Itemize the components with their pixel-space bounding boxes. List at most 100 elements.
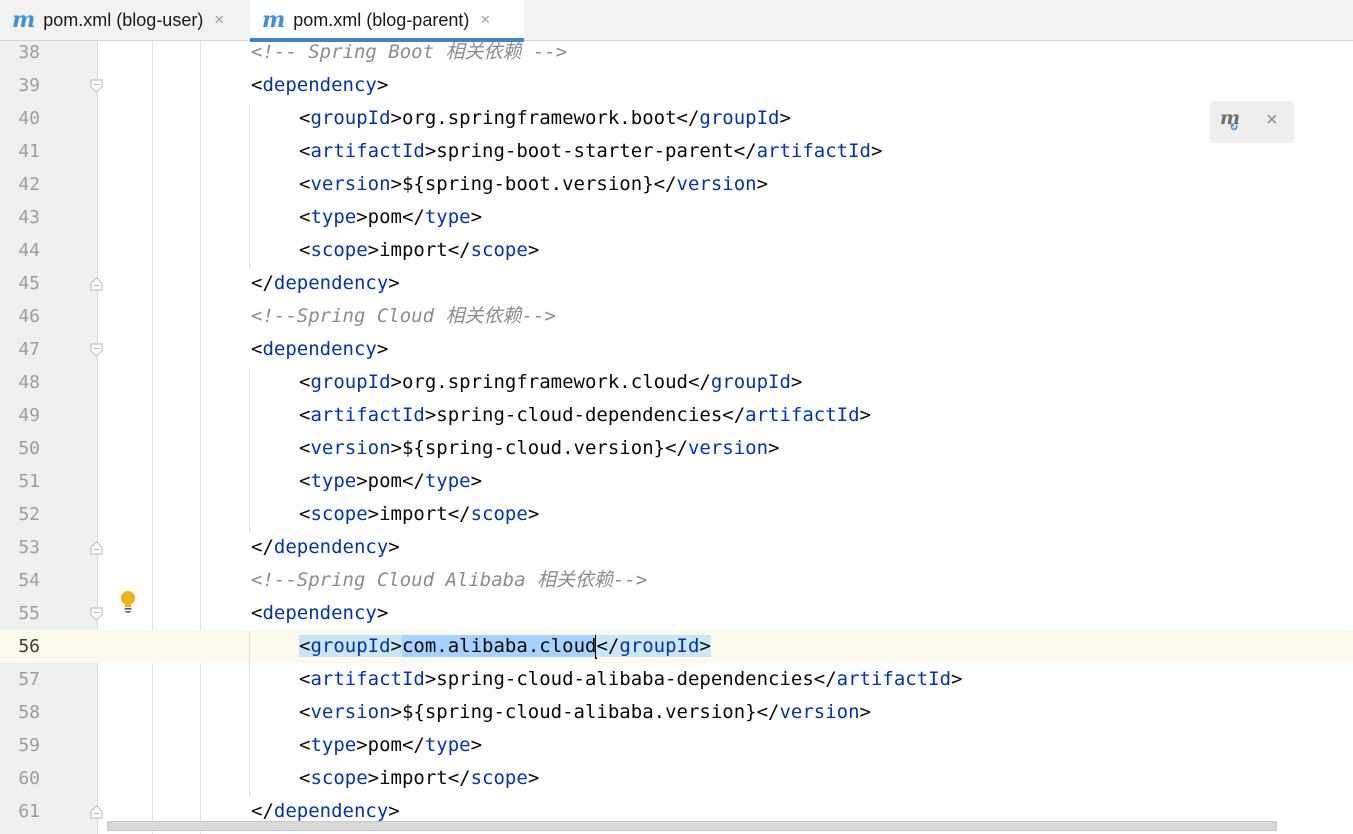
code-text[interactable]: <!--Spring Cloud 相关依赖--> [251,300,556,333]
code-line[interactable]: 53 </dependency> [0,531,1353,564]
line-number: 44 [18,240,40,261]
code-line[interactable]: 49 <artifactId>spring-cloud-dependencies<… [0,399,1353,432]
fold-open-icon[interactable] [90,343,103,357]
tab-label: pom.xml (blog-parent) [293,9,470,30]
line-number: 57 [18,669,40,690]
code-token: >pom</ [356,206,425,228]
code-text[interactable]: <version>${spring-cloud-alibaba.version}… [299,696,871,729]
code-line[interactable]: 50 <version>${spring-cloud.version}</vers… [0,432,1353,465]
code-text[interactable]: <dependency> [251,333,388,366]
xml-tag-name: groupId [310,635,391,657]
line-number: 49 [18,405,40,426]
code-text[interactable]: <scope>import</scope> [299,234,539,267]
code-token: < [299,371,311,393]
xml-tag-name: type [310,206,357,228]
code-line[interactable]: 41 <artifactId>spring-boot-starter-parent… [0,135,1353,168]
code-token: >import</ [367,767,471,789]
code-line[interactable]: 47 <dependency> [0,333,1353,366]
lightbulb-icon[interactable] [120,590,136,614]
code-token: > [951,668,963,690]
code-text[interactable]: </dependency> [251,531,400,564]
code-text[interactable]: <dependency> [251,69,388,102]
tab-pom-blog-user[interactable]: m pom.xml (blog-user) × [6,0,246,40]
xml-tag-name: version [676,173,757,195]
code-line[interactable]: 59 <type>pom</type> [0,729,1353,762]
xml-tag-name: artifactId [756,140,871,162]
code-text[interactable]: <!--Spring Cloud Alibaba 相关依赖--> [251,564,647,597]
code-line[interactable]: 48 <groupId>org.springframework.cloud</gr… [0,366,1353,399]
line-number: 53 [18,537,40,558]
fold-open-icon[interactable] [90,79,103,93]
xml-tag-name: groupId [699,107,780,129]
code-line[interactable]: 52 <scope>import</scope> [0,498,1353,531]
code-line[interactable]: 60 <scope>import</scope> [0,762,1353,795]
code-token: < [299,503,311,525]
code-line[interactable]: 39 <dependency> [0,69,1353,102]
maven-reload-popup: m ↻ × [1210,101,1294,143]
code-line[interactable]: 57 <artifactId>spring-cloud-alibaba-depen… [0,663,1353,696]
code-text[interactable]: <artifactId>spring-boot-starter-parent</… [299,135,882,168]
code-text[interactable]: <version>${spring-cloud.version}</versio… [299,432,779,465]
fold-open-icon[interactable] [90,607,103,621]
code-line[interactable]: 46 <!--Spring Cloud 相关依赖--> [0,300,1353,333]
code-token: < [251,338,263,360]
xml-tag-name: type [310,734,357,756]
code-text[interactable]: <type>pom</type> [299,465,482,498]
line-number: 47 [18,339,40,360]
indent-guide [249,104,250,269]
fold-close-icon[interactable] [90,805,103,819]
tab-label: pom.xml (blog-user) [43,9,204,30]
fold-close-icon[interactable] [90,541,103,555]
xml-tag-name: version [310,437,391,459]
code-token: > [870,140,883,162]
code-text[interactable]: <groupId>org.springframework.boot</group… [299,102,791,135]
xml-tag-name: artifactId [310,140,425,162]
fold-close-icon[interactable] [90,277,103,291]
close-icon[interactable]: × [214,10,224,30]
code-text[interactable]: <type>pom</type> [299,729,482,762]
code-text[interactable]: <version>${spring-boot.version}</version… [299,168,768,201]
code-token: >${spring-boot.version}</ [390,173,677,195]
code-line[interactable]: 56 <groupId>com.alibaba.cloud</groupId> [0,630,1353,663]
tab-pom-blog-parent[interactable]: m pom.xml (blog-parent) × [250,0,524,42]
refresh-icon[interactable]: ↻ [1230,119,1238,134]
xml-tag-name: > [390,635,402,657]
line-number: 39 [18,75,40,96]
code-text[interactable]: <artifactId>spring-cloud-dependencies</a… [299,399,871,432]
code-line[interactable]: 55 <dependency> [0,597,1353,630]
line-number: 38 [18,42,40,63]
code-line[interactable]: 44 <scope>import</scope> [0,234,1353,267]
xml-tag-name: dependency [273,800,389,822]
xml-tag-name: artifactId [836,668,952,690]
code-text[interactable]: </dependency> [251,267,400,300]
code-text[interactable]: <dependency> [251,597,388,630]
code-line[interactable]: 43 <type>pom</type> [0,201,1353,234]
xml-tag-name: scope [470,239,528,261]
code-token: >pom</ [356,734,425,756]
code-line[interactable]: 54 <!--Spring Cloud Alibaba 相关依赖--> [0,564,1353,597]
code-editor[interactable]: 38 <!-- Spring Boot 相关依赖 --> 39 <dependency… [0,41,1353,834]
code-line[interactable]: 58 <version>${spring-cloud-alibaba.versio… [0,696,1353,729]
code-text[interactable]: <scope>import</scope> [299,762,539,795]
code-text[interactable]: <groupId>org.springframework.cloud</grou… [299,366,802,399]
code-text[interactable]: <scope>import</scope> [299,498,539,531]
horizontal-scrollbar[interactable] [107,821,1277,831]
code-text[interactable]: <artifactId>spring-cloud-alibaba-depende… [299,663,963,696]
code-line[interactable]: 45 </dependency> [0,267,1353,300]
close-icon[interactable]: × [1266,109,1278,132]
code-line[interactable]: 51 <type>pom</type> [0,465,1353,498]
code-token: > [779,107,791,129]
code-line[interactable]: 42 <version>${spring-boot.version}</versi… [0,168,1353,201]
xml-tag-name: dependency [262,602,377,624]
code-text[interactable]: <groupId>com.alibaba.cloud</groupId> [299,630,711,663]
xml-tag-name: < [299,635,311,657]
code-text[interactable]: <!-- Spring Boot 相关依赖 --> [251,41,567,69]
maven-m-icon: m [262,7,286,33]
code-text[interactable]: <type>pom</type> [299,201,482,234]
close-icon[interactable]: × [480,10,490,30]
xml-tag-name: scope [310,503,368,525]
xml-tag-name: type [424,470,471,492]
code-line[interactable]: 40 <groupId>org.springframework.boot</gro… [0,102,1353,135]
code-line[interactable]: 38 <!-- Spring Boot 相关依赖 --> [0,41,1353,69]
code-token: < [299,668,311,690]
